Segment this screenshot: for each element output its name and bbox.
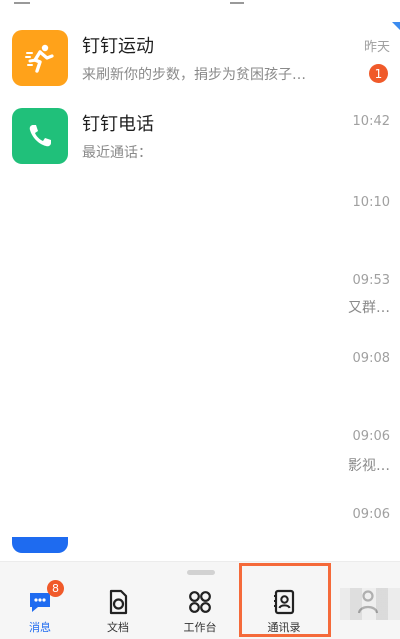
conversation-time: 10:10 <box>352 195 390 210</box>
conversation-name: 钉钉电话 <box>82 114 154 135</box>
drag-handle[interactable] <box>187 570 215 575</box>
tab-documents[interactable]: 文档 <box>78 562 158 639</box>
phone-icon <box>12 108 68 164</box>
conversation-preview: 最近通话： <box>82 145 152 161</box>
conversation-preview: 来刷新你的步数，捐步为贫困孩子… <box>82 67 306 83</box>
conversation-time: 10:42 <box>352 114 390 129</box>
conversation-dingtalk-sport[interactable]: 钉钉运动 来刷新你的步数，捐步为贫困孩子… 昨天 1 <box>0 30 400 108</box>
tab-messages[interactable]: 8 消息 <box>0 562 80 639</box>
conversation-preview: 又群… <box>348 300 390 316</box>
chat-bubble-icon: 8 <box>26 580 64 616</box>
conversation-time: 09:53 <box>352 273 390 288</box>
conversation-time: 09:08 <box>352 351 390 366</box>
blurred-region <box>340 588 400 620</box>
partial-avatar <box>12 537 68 553</box>
conversation-time: 昨天 <box>363 40 390 55</box>
conversation-time: 09:06 <box>352 429 390 444</box>
conversation-preview: 影视… <box>348 458 390 474</box>
tab-label: 工作台 <box>183 621 217 634</box>
document-icon <box>104 588 132 616</box>
conversation-name: 钉钉运动 <box>82 36 154 57</box>
tab-label: 文档 <box>107 621 129 634</box>
tab-label: 消息 <box>29 621 51 634</box>
tab-badge: 8 <box>47 580 64 597</box>
top-partial-edge <box>0 0 400 8</box>
conversation-time: 09:06 <box>352 507 390 522</box>
grid-apps-icon <box>186 588 214 616</box>
highlight-box <box>239 563 331 637</box>
running-person-icon <box>12 30 68 86</box>
conversation-dingtalk-phone[interactable]: 钉钉电话 最近通话： 10:42 <box>0 108 400 186</box>
unread-badge: 1 <box>369 64 388 83</box>
corner-marker-icon <box>392 22 400 30</box>
